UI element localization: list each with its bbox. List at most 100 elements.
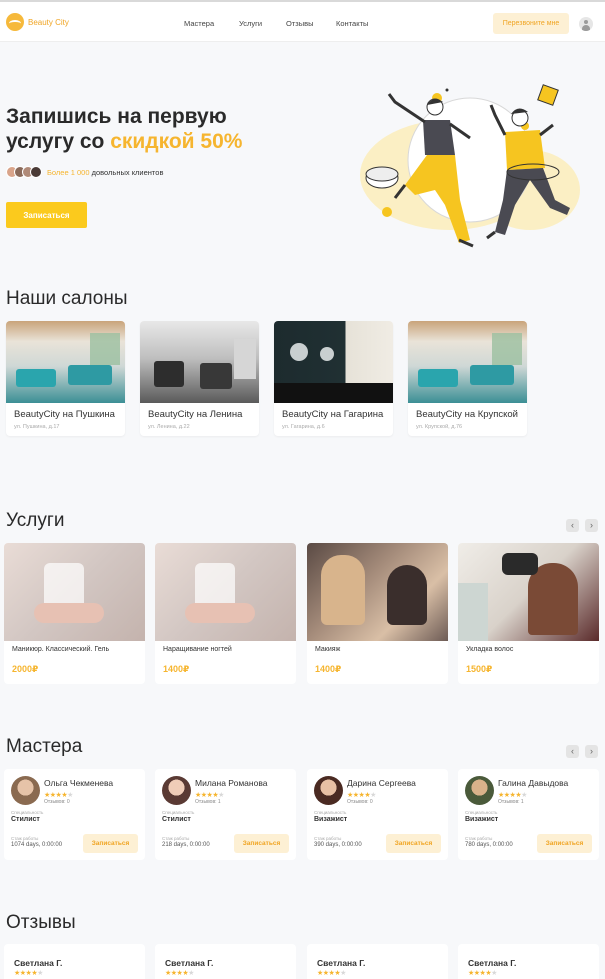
rating-stars: ★★★★★ — [347, 792, 376, 799]
master-reviews: Отзывов: 0 — [44, 799, 70, 805]
chevron-left-icon[interactable]: ‹ — [566, 519, 579, 532]
service-name: Наращивание ногтей — [163, 646, 232, 653]
service-photo — [4, 543, 145, 641]
rating-stars: ★★★★★ — [44, 792, 73, 799]
review-author: Светлана Г. — [468, 958, 517, 968]
master-card[interactable]: Дарина Сергеева ★★★★★ Отзывов: 0 Специал… — [307, 769, 448, 860]
master-name: Дарина Сергеева — [347, 778, 416, 788]
chevron-right-icon[interactable]: › — [585, 519, 598, 532]
masters-title: Мастера — [6, 736, 83, 757]
master-name: Ольга Чекменева — [44, 778, 114, 788]
master-reviews: Отзывов: 1 — [498, 799, 524, 805]
salon-card[interactable]: BeautyCity на Крупской ул. Крупской, д.7… — [408, 321, 527, 436]
salon-photo — [6, 321, 125, 403]
chevron-left-icon[interactable]: ‹ — [566, 745, 579, 758]
hero-signup-button[interactable]: Записаться — [6, 202, 87, 228]
service-card[interactable]: Укладка волос 1500₽ — [458, 543, 599, 684]
hero-title: Запишись на первую услугу со скидкой 50% — [6, 104, 306, 154]
master-role: Визажист — [314, 816, 348, 823]
hero-illustration — [360, 84, 580, 248]
hero-title-line1: Запишись на первую — [6, 105, 227, 128]
service-card[interactable]: Маникюр. Классический. Гель 2000₽ — [4, 543, 145, 684]
rating-stars: ★★★★★ — [468, 970, 497, 977]
master-card[interactable]: Галина Давыдова ★★★★★ Отзывов: 1 Специал… — [458, 769, 599, 860]
nav-contacts[interactable]: Контакты — [336, 19, 368, 28]
salon-address: ул. Крупской, д.76 — [416, 424, 463, 430]
salon-card[interactable]: BeautyCity на Пушкина ул. Пушкина, д.17 — [6, 321, 125, 436]
master-signup-button[interactable]: Записаться — [537, 834, 592, 853]
master-signup-button[interactable]: Записаться — [234, 834, 289, 853]
master-avatar — [162, 776, 191, 805]
service-price: 1500₽ — [466, 664, 493, 674]
reviews-title: Отзывы — [6, 912, 76, 933]
clients-count: Более 1 000 — [47, 167, 90, 177]
experience-caption: Стаж работы — [465, 836, 493, 841]
user-icon[interactable] — [579, 17, 593, 31]
salon-name: BeautyCity на Ленина — [148, 409, 243, 420]
master-signup-button[interactable]: Записаться — [386, 834, 441, 853]
salon-name: BeautyCity на Пушкина — [14, 409, 115, 420]
site-header: Beauty City Мастера Услуги Отзывы Контак… — [0, 2, 605, 42]
review-author: Светлана Г. — [14, 958, 63, 968]
master-name: Милана Романова — [195, 778, 268, 788]
master-card[interactable]: Ольга Чекменева ★★★★★ Отзывов: 0 Специал… — [4, 769, 145, 860]
rating-stars: ★★★★★ — [165, 970, 194, 977]
clients-text: довольных клиентов — [89, 167, 164, 177]
nav-masters[interactable]: Мастера — [184, 19, 214, 28]
salon-address: ул. Пушкина, д.17 — [14, 424, 60, 430]
service-name: Макияж — [315, 646, 341, 653]
master-experience: 218 days, 0:00:00 — [162, 842, 210, 848]
hero-title-accent: скидкой 50% — [110, 130, 243, 153]
rating-stars: ★★★★★ — [317, 970, 346, 977]
nav-reviews[interactable]: Отзывы — [286, 19, 313, 28]
service-photo — [458, 543, 599, 641]
master-avatar — [314, 776, 343, 805]
master-name: Галина Давыдова — [498, 778, 569, 788]
master-avatar — [11, 776, 40, 805]
experience-caption: Стаж работы — [11, 836, 39, 841]
master-signup-button[interactable]: Записаться — [83, 834, 138, 853]
chevron-right-icon[interactable]: › — [585, 745, 598, 758]
master-experience: 780 days, 0:00:00 — [465, 842, 513, 848]
master-role: Визажист — [465, 816, 499, 823]
experience-caption: Стаж работы — [314, 836, 342, 841]
happy-clients: Более 1 000 довольных клиентов — [6, 166, 163, 178]
specialty-caption: Специальность — [162, 810, 195, 815]
master-role: Стилист — [162, 816, 191, 823]
service-card[interactable]: Макияж 1400₽ — [307, 543, 448, 684]
callback-button[interactable]: Перезвоните мне — [493, 13, 569, 34]
service-card[interactable]: Наращивание ногтей 1400₽ — [155, 543, 296, 684]
master-role: Стилист — [11, 816, 40, 823]
master-reviews: Отзывов: 1 — [195, 799, 221, 805]
specialty-caption: Специальность — [11, 810, 44, 815]
salon-photo — [408, 321, 527, 403]
rating-stars: ★★★★★ — [195, 792, 224, 799]
logo-icon — [6, 13, 24, 31]
master-reviews: Отзывов: 0 — [347, 799, 373, 805]
master-experience: 1074 days, 0:00:00 — [11, 842, 63, 848]
services-title: Услуги — [6, 510, 65, 531]
salon-address: ул. Ленина, д.22 — [148, 424, 190, 430]
nav-services[interactable]: Услуги — [239, 19, 262, 28]
master-experience: 390 days, 0:00:00 — [314, 842, 362, 848]
master-avatar — [465, 776, 494, 805]
salon-card[interactable]: BeautyCity на Ленина ул. Ленина, д.22 — [140, 321, 259, 436]
experience-caption: Стаж работы — [162, 836, 190, 841]
review-card: Светлана Г. ★★★★★ — [458, 944, 599, 979]
review-card: Светлана Г. ★★★★★ — [307, 944, 448, 979]
salon-name: BeautyCity на Крупской — [416, 409, 518, 420]
hero-title-line2: услугу со — [6, 130, 111, 153]
salon-card[interactable]: BeautyCity на Гагарина ул. Гагарина, д.6 — [274, 321, 393, 436]
rating-stars: ★★★★★ — [498, 792, 527, 799]
service-price: 1400₽ — [163, 664, 190, 674]
service-photo — [307, 543, 448, 641]
client-avatar — [30, 166, 42, 178]
master-card[interactable]: Милана Романова ★★★★★ Отзывов: 1 Специал… — [155, 769, 296, 860]
salon-name: BeautyCity на Гагарина — [282, 409, 384, 420]
service-price: 2000₽ — [12, 664, 39, 674]
review-card: Светлана Г. ★★★★★ — [155, 944, 296, 979]
salon-photo — [140, 321, 259, 403]
logo[interactable]: Beauty City — [6, 13, 69, 31]
service-name: Укладка волос — [466, 646, 514, 653]
salon-photo — [274, 321, 393, 403]
